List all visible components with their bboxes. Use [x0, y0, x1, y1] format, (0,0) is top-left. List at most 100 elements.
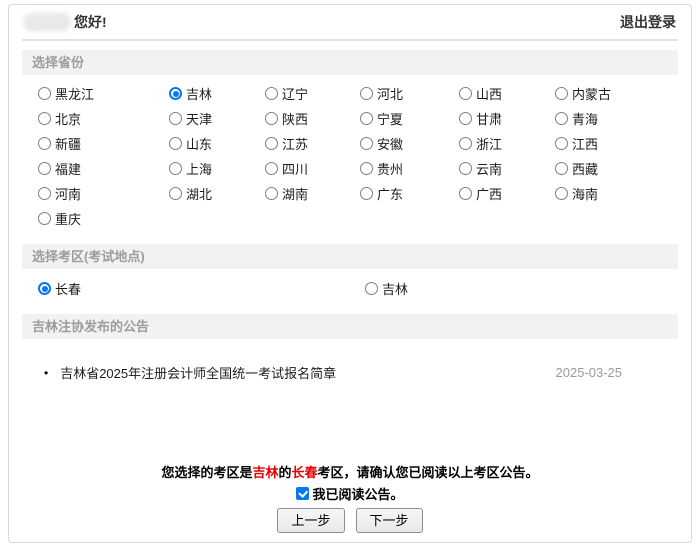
radio-option-label: 重庆 — [55, 209, 81, 228]
province-option[interactable]: 江苏 — [265, 131, 360, 156]
read-announcement-label[interactable]: 我已阅读公告。 — [312, 484, 403, 503]
announcement-item: • 吉林省2025年注册会计师全国统一考试报名简章 2025-03-25 — [44, 363, 678, 382]
confirm-province: 吉林 — [252, 465, 278, 480]
radio-option-label: 天津 — [186, 109, 212, 128]
province-option[interactable]: 辽宁 — [265, 81, 360, 106]
radio-option-label: 四川 — [282, 159, 308, 178]
radio-option-label: 海南 — [572, 184, 598, 203]
top-bar: 您好! 退出登录 — [22, 5, 678, 41]
logout-link[interactable]: 退出登录 — [620, 12, 676, 32]
radio-option-label: 西藏 — [572, 159, 598, 178]
radio-option-label: 江苏 — [282, 134, 308, 153]
province-option[interactable]: 安徽 — [360, 131, 459, 156]
province-option[interactable]: 西藏 — [555, 156, 678, 181]
greeting-text: 您好! — [74, 12, 107, 32]
radio-option-label: 浙江 — [476, 134, 502, 153]
radio-icon — [38, 187, 51, 200]
radio-icon — [360, 87, 373, 100]
radio-option-label: 陕西 — [282, 109, 308, 128]
radio-icon — [365, 282, 378, 295]
announcement-date: 2025-03-25 — [556, 365, 623, 380]
radio-option-label: 福建 — [55, 159, 81, 178]
province-option[interactable]: 甘肃 — [459, 106, 555, 131]
radio-icon — [459, 162, 472, 175]
radio-icon — [38, 162, 51, 175]
radio-option-label: 广东 — [377, 184, 403, 203]
radio-option-label: 湖南 — [282, 184, 308, 203]
radio-icon — [38, 112, 51, 125]
radio-option-label: 江西 — [572, 134, 598, 153]
radio-option-label: 贵州 — [377, 159, 403, 178]
province-option[interactable]: 广西 — [459, 181, 555, 206]
radio-icon — [459, 137, 472, 150]
province-option[interactable]: 上海 — [169, 156, 265, 181]
province-option[interactable]: 黑龙江 — [38, 81, 169, 106]
radio-icon — [265, 112, 278, 125]
announcement-list: • 吉林省2025年注册会计师全国统一考试报名简章 2025-03-25 — [22, 339, 678, 382]
radio-icon — [555, 187, 568, 200]
previous-step-button[interactable]: 上一步 — [277, 508, 344, 533]
province-option[interactable]: 宁夏 — [360, 106, 459, 131]
radio-icon — [169, 162, 182, 175]
read-announcement-checkbox[interactable] — [296, 487, 309, 500]
province-option[interactable]: 湖北 — [169, 181, 265, 206]
radio-option-label: 上海 — [186, 159, 212, 178]
main-panel: 您好! 退出登录 选择省份 黑龙江 吉林 辽宁 河北 山西 内蒙古 北京 天津 … — [8, 4, 692, 543]
read-announcement-row: 我已阅读公告。 — [22, 484, 678, 503]
radio-option-label: 吉林 — [382, 279, 408, 298]
radio-icon — [265, 187, 278, 200]
province-option[interactable]: 山东 — [169, 131, 265, 156]
radio-icon — [265, 137, 278, 150]
radio-option-label: 青海 — [572, 109, 598, 128]
province-option[interactable]: 湖南 — [265, 181, 360, 206]
area-radio-grid: 长春 吉林 — [38, 276, 678, 301]
province-option[interactable]: 吉林 — [169, 81, 265, 106]
radio-option-label: 安徽 — [377, 134, 403, 153]
province-radio-grid: 黑龙江 吉林 辽宁 河北 山西 内蒙古 北京 天津 陕西 宁夏 甘肃 青海 新疆… — [38, 81, 678, 231]
radio-icon — [360, 187, 373, 200]
province-option[interactable]: 河北 — [360, 81, 459, 106]
province-option[interactable]: 四川 — [265, 156, 360, 181]
province-option[interactable]: 云南 — [459, 156, 555, 181]
radio-option-label: 湖北 — [186, 184, 212, 203]
province-option[interactable]: 天津 — [169, 106, 265, 131]
next-step-button[interactable]: 下一步 — [356, 508, 423, 533]
redacted-username — [24, 14, 70, 30]
radio-icon — [169, 112, 182, 125]
radio-icon — [265, 87, 278, 100]
province-option[interactable]: 北京 — [38, 106, 169, 131]
radio-icon — [38, 137, 51, 150]
radio-icon — [459, 187, 472, 200]
province-option[interactable]: 青海 — [555, 106, 678, 131]
province-option[interactable]: 河南 — [38, 181, 169, 206]
radio-option-label: 辽宁 — [282, 84, 308, 103]
province-option[interactable]: 贵州 — [360, 156, 459, 181]
province-option[interactable]: 重庆 — [38, 206, 169, 231]
radio-option-label: 山西 — [476, 84, 502, 103]
radio-icon — [555, 87, 568, 100]
area-option[interactable]: 长春 — [38, 276, 365, 301]
province-option[interactable]: 陕西 — [265, 106, 360, 131]
area-option[interactable]: 吉林 — [365, 276, 678, 301]
bullet-icon: • — [44, 366, 48, 380]
radio-option-label: 内蒙古 — [572, 84, 611, 103]
spacer — [22, 382, 678, 462]
province-option[interactable]: 山西 — [459, 81, 555, 106]
province-option[interactable]: 江西 — [555, 131, 678, 156]
province-option[interactable]: 福建 — [38, 156, 169, 181]
province-option[interactable]: 内蒙古 — [555, 81, 678, 106]
radio-icon — [459, 87, 472, 100]
radio-icon — [459, 112, 472, 125]
province-option[interactable]: 广东 — [360, 181, 459, 206]
province-section-header: 选择省份 — [22, 50, 678, 75]
radio-option-label: 广西 — [476, 184, 502, 203]
province-option[interactable]: 浙江 — [459, 131, 555, 156]
radio-icon — [555, 112, 568, 125]
radio-icon — [169, 187, 182, 200]
province-option[interactable]: 海南 — [555, 181, 678, 206]
announcement-title-link[interactable]: 吉林省2025年注册会计师全国统一考试报名简章 — [60, 363, 336, 382]
radio-icon — [265, 162, 278, 175]
province-option[interactable]: 新疆 — [38, 131, 169, 156]
radio-icon — [360, 162, 373, 175]
radio-option-label: 甘肃 — [476, 109, 502, 128]
